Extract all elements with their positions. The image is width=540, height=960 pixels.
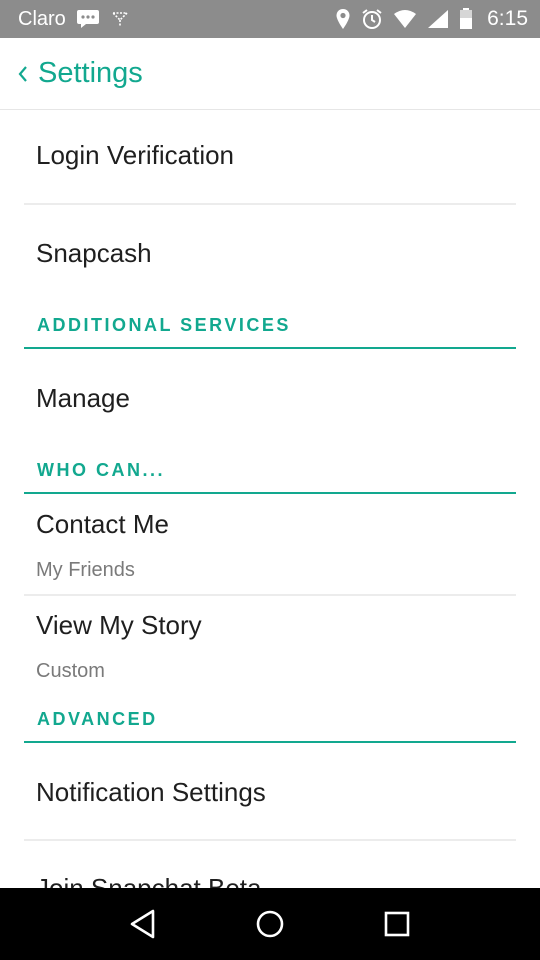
recents-square-icon[interactable] — [371, 898, 423, 950]
home-circle-icon[interactable] — [244, 898, 296, 950]
divider — [24, 203, 516, 205]
cell-signal-icon — [427, 9, 449, 29]
section-header-advanced: ADVANCED — [37, 709, 158, 729]
section-divider — [24, 492, 516, 494]
section-divider — [24, 741, 516, 743]
signal-sync-icon — [110, 9, 130, 29]
page-title[interactable]: Settings — [38, 57, 143, 90]
view-my-story-value: Custom — [36, 660, 105, 682]
location-icon — [335, 8, 351, 30]
settings-list[interactable]: Login Verification Snapcash ADDITIONAL S… — [0, 110, 540, 888]
status-left: Claro — [18, 8, 130, 31]
back-chevron-icon[interactable] — [12, 60, 34, 88]
wifi-icon — [393, 9, 417, 29]
snapcash-item[interactable]: Snapcash — [36, 238, 540, 269]
manage-item[interactable]: Manage — [36, 383, 540, 414]
section-header-who-can: WHO CAN... — [37, 460, 165, 480]
status-bar: Claro 6:15 — [0, 0, 540, 38]
back-triangle-icon[interactable] — [117, 898, 169, 950]
divider — [24, 594, 516, 596]
system-nav-bar — [0, 888, 540, 960]
clock: 6:15 — [487, 7, 528, 30]
message-icon — [76, 9, 100, 29]
contact-me-item[interactable]: Contact Me — [36, 509, 540, 540]
divider — [24, 839, 516, 841]
alarm-icon — [361, 8, 383, 30]
view-my-story-item[interactable]: View My Story — [36, 610, 540, 641]
notification-settings-item[interactable]: Notification Settings — [36, 777, 540, 808]
battery-icon — [459, 8, 473, 30]
app-header: Settings — [0, 38, 540, 110]
section-header-additional-services: ADDITIONAL SERVICES — [37, 315, 291, 335]
contact-me-value: My Friends — [36, 559, 135, 581]
carrier-label: Claro — [18, 7, 66, 30]
status-right: 6:15 — [335, 7, 528, 31]
section-divider — [24, 347, 516, 349]
join-beta-item[interactable]: Join Snapchat Beta — [36, 873, 540, 888]
login-verification-item[interactable]: Login Verification — [36, 140, 540, 171]
